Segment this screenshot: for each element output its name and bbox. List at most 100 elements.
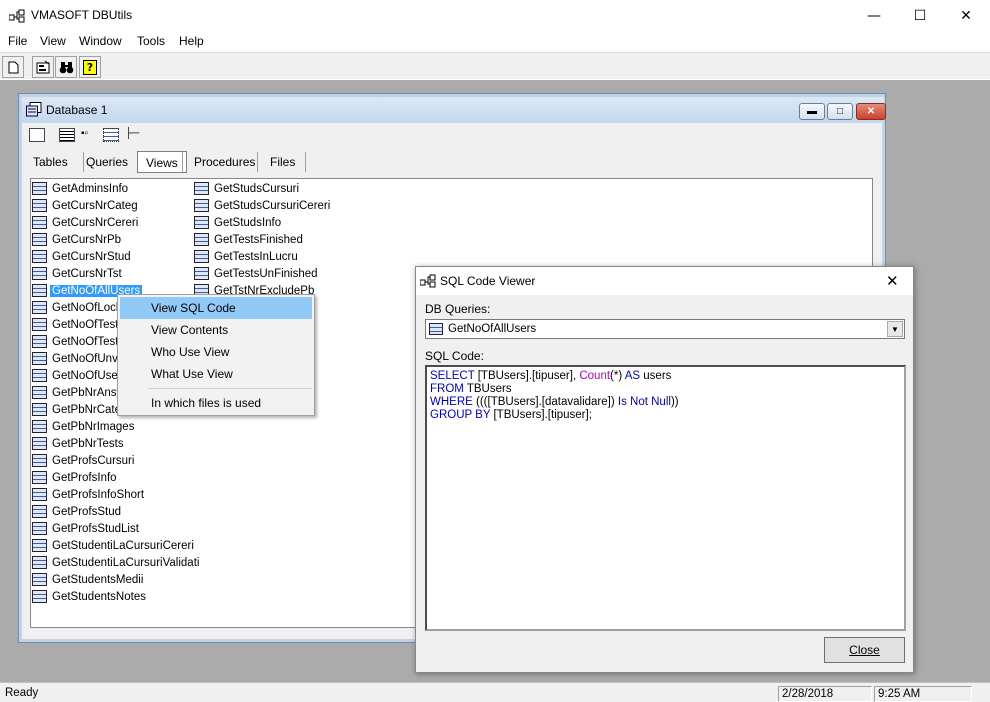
view-icon xyxy=(429,323,443,335)
view-icon xyxy=(32,573,47,586)
list-item[interactable]: GetPbNrImages xyxy=(32,418,192,435)
database-window-titlebar: Database 1 ▬ □ ✕ xyxy=(22,97,886,123)
tab-queries[interactable]: Queries xyxy=(78,151,136,173)
list-item[interactable]: GetTestsFinished xyxy=(194,231,394,248)
tree-view-icon[interactable]: ├─ xyxy=(125,128,141,142)
app-title: VMASOFT DBUtils xyxy=(31,8,133,22)
app-titlebar: VMASOFT DBUtils — ☐ ✕ xyxy=(0,0,990,31)
list-item[interactable]: GetStudentsMedii xyxy=(32,571,192,588)
menu-window[interactable]: Window xyxy=(79,34,122,48)
list-item[interactable]: GetCursNrCereri xyxy=(32,214,192,231)
sql-function: Count xyxy=(579,370,611,382)
properties-button[interactable] xyxy=(32,56,54,78)
new-file-icon xyxy=(8,61,18,73)
list-item[interactable]: GetProfsInfo xyxy=(32,469,192,486)
view-icon xyxy=(32,318,47,331)
list-item[interactable]: GetProfsStud xyxy=(32,503,192,520)
menu-file[interactable]: File xyxy=(8,34,27,48)
list-item-label: GetStudentiLaCursuriValidati xyxy=(52,556,200,569)
list-item[interactable]: GetStudsInfo xyxy=(194,214,394,231)
sql-code-textarea[interactable]: SELECT [TBUsers].[tipuser], Count(*) AS … xyxy=(425,365,906,631)
db-minimize-button[interactable]: ▬ xyxy=(799,103,825,120)
status-text: Ready xyxy=(5,687,39,699)
close-icon: ✕ xyxy=(960,7,972,24)
help-button[interactable]: ? xyxy=(79,56,101,78)
chevron-down-icon[interactable]: ▼ xyxy=(887,321,903,337)
view-icon xyxy=(194,233,209,246)
menu-tools[interactable]: Tools xyxy=(137,34,165,48)
menu-help[interactable]: Help xyxy=(179,34,204,48)
list-item[interactable]: GetCursNrPb xyxy=(32,231,192,248)
list-item-label: GetTestsInLucru xyxy=(214,250,298,263)
sql-viewer-title: SQL Code Viewer xyxy=(440,274,536,288)
list-item[interactable]: GetPbNrTests xyxy=(32,435,192,452)
new-button[interactable] xyxy=(2,56,24,78)
list-item[interactable]: GetTestsInLucru xyxy=(194,248,394,265)
list-item[interactable]: GetCursNrStud xyxy=(32,248,192,265)
find-button[interactable] xyxy=(55,56,77,78)
list-item-label: GetCursNrStud xyxy=(52,250,131,263)
list-item-label: GetTestsUnFinished xyxy=(214,267,318,280)
tab-files[interactable]: Files xyxy=(262,151,303,173)
sql-keyword: Is Not Null xyxy=(617,396,671,408)
view-icon xyxy=(32,454,47,467)
sql-keyword: AS xyxy=(624,370,641,382)
list-item[interactable]: GetCursNrCateg xyxy=(32,197,192,214)
menu-view[interactable]: View xyxy=(40,34,66,48)
close-button[interactable]: Close xyxy=(824,637,905,663)
list-item[interactable]: GetStudentiLaCursuriValidati xyxy=(32,554,199,571)
sql-code-label: SQL Code: xyxy=(425,349,484,363)
properties-icon[interactable] xyxy=(29,128,45,142)
list-item-label: GetNoOfTests xyxy=(52,335,125,348)
list-item[interactable]: GetStudsCursuriCereri xyxy=(194,197,394,214)
sql-viewer-close-icon[interactable]: ✕ xyxy=(886,272,899,290)
list-item[interactable]: GetAdminsInfo xyxy=(32,180,192,197)
tab-separator xyxy=(305,152,306,172)
list-item[interactable]: GetProfsInfoShort xyxy=(32,486,192,503)
maximize-button[interactable]: ☐ xyxy=(897,0,943,31)
large-icons-view-icon[interactable]: ▪▫ xyxy=(81,128,97,142)
minimize-icon: — xyxy=(867,7,881,24)
list-item-label: GetNoOfTests xyxy=(52,318,125,331)
menu-who-use-view[interactable]: Who Use View xyxy=(120,341,312,363)
sql-text: [TBUsers].[tipuser]; xyxy=(490,409,592,421)
sql-code-line: FROM TBUsers xyxy=(430,383,901,396)
menu-what-use-view[interactable]: What Use View xyxy=(120,363,312,385)
minimize-button[interactable]: — xyxy=(851,0,897,31)
list-item[interactable]: GetStudentsNotes xyxy=(32,588,192,605)
menu-view-contents[interactable]: View Contents xyxy=(120,319,312,341)
tab-procedures[interactable]: Procedures xyxy=(186,151,263,173)
db-restore-button[interactable]: □ xyxy=(827,103,853,120)
list-item[interactable]: GetProfsStudList xyxy=(32,520,192,537)
minimize-icon: ▬ xyxy=(807,106,817,117)
sql-text: users xyxy=(640,370,672,382)
db-queries-dropdown[interactable]: GetNoOfAllUsers ▼ xyxy=(425,319,905,339)
tab-tables[interactable]: Tables xyxy=(25,151,76,173)
menu-view-sql-code[interactable]: View SQL Code xyxy=(120,297,312,319)
view-icon xyxy=(32,505,47,518)
list-view-icon[interactable] xyxy=(103,128,119,142)
db-close-button[interactable]: ✕ xyxy=(856,103,886,120)
tab-views[interactable]: Views xyxy=(137,151,187,173)
database-window-title: Database 1 xyxy=(46,103,108,117)
close-button[interactable]: ✕ xyxy=(943,0,989,31)
sql-text: TBUsers xyxy=(463,383,512,395)
menu-in-which-files[interactable]: In which files is used xyxy=(120,392,312,414)
sql-keyword: SELECT xyxy=(430,370,475,382)
list-item[interactable]: GetProfsCursuri xyxy=(32,452,192,469)
list-item-label: GetCursNrTst xyxy=(52,267,122,280)
list-item[interactable]: GetTestsUnFinished xyxy=(194,265,394,282)
list-item[interactable]: GetCursNrTst xyxy=(32,265,192,282)
view-icon xyxy=(32,369,47,382)
sql-text: ((([TBUsers].[datavalidare]) xyxy=(472,396,618,408)
view-icon xyxy=(32,182,47,195)
view-icon xyxy=(32,352,47,365)
details-view-icon[interactable] xyxy=(59,128,75,142)
tab-separator xyxy=(257,152,258,172)
list-item[interactable]: GetStudsCursuri xyxy=(194,180,394,197)
app-icon xyxy=(9,9,25,23)
sql-keyword: FROM xyxy=(430,383,464,395)
view-icon xyxy=(194,250,209,263)
app-icon xyxy=(420,274,436,288)
list-item[interactable]: GetStudentiLaCursuriCereri xyxy=(32,537,194,554)
